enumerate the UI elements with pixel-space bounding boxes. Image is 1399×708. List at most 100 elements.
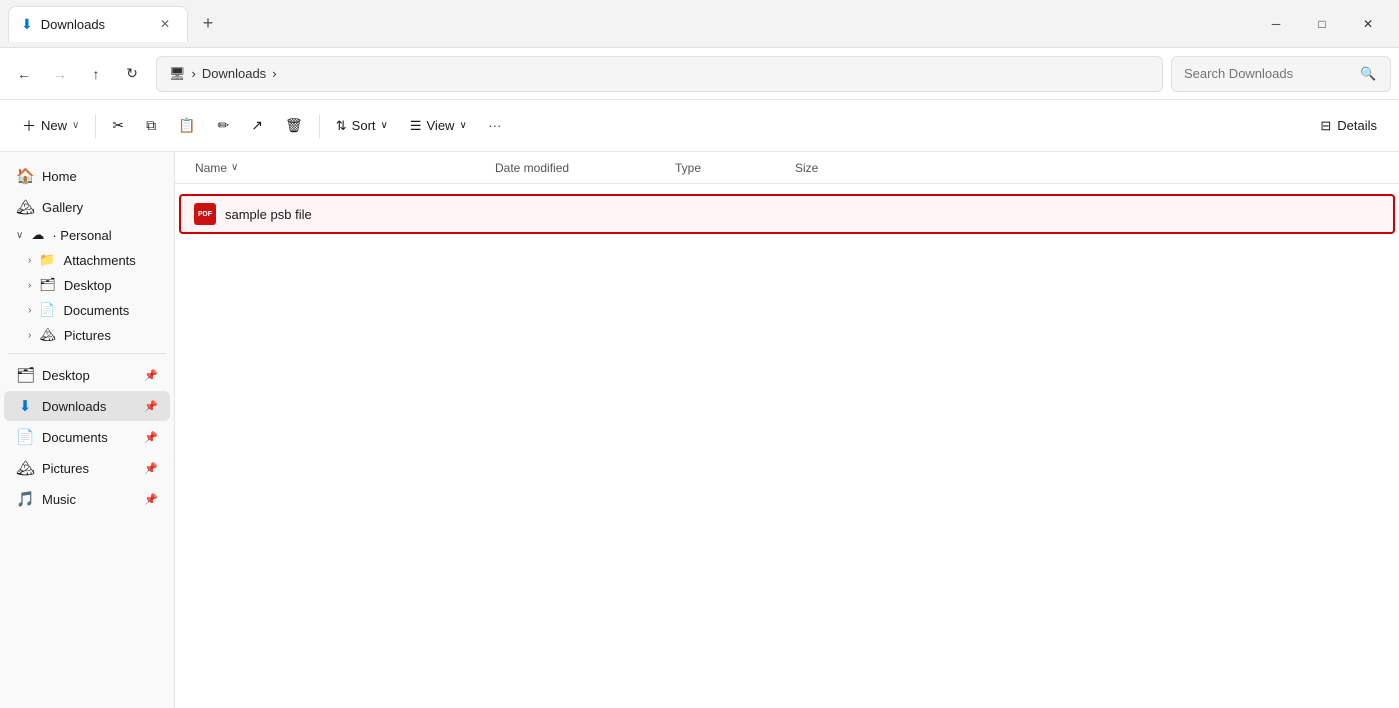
sidebar-item-pictures[interactable]: 🏔 Pictures 📌 <box>4 453 170 483</box>
column-headers: Name ∨ Date modified Type Size <box>175 152 1399 184</box>
breadcrumb-location: Downloads <box>202 66 266 81</box>
sidebar: 🏠 Home 🏔 Gallery ∨ ☁ · Personal › 📁 Atta… <box>0 152 175 708</box>
sidebar-pictures-cloud-label: Pictures <box>64 328 111 343</box>
forward-button[interactable]: → <box>44 58 76 90</box>
column-header-type[interactable]: Type <box>667 155 787 181</box>
documents-icon: 📄 <box>16 428 34 446</box>
type-col-label: Type <box>675 161 701 175</box>
pictures-cloud-chevron-icon: › <box>28 330 31 341</box>
sidebar-documents-label: Documents <box>42 430 136 445</box>
sidebar-gallery-label: Gallery <box>42 200 158 215</box>
new-label: New <box>41 118 67 133</box>
tab-area: ⬇ Downloads ✕ + <box>8 6 1253 42</box>
paste-button[interactable]: 📋 <box>168 111 205 140</box>
cut-button[interactable]: ✂ <box>102 111 134 140</box>
pictures-icon: 🏔 <box>16 459 34 477</box>
sort-label: Sort <box>352 118 376 133</box>
sidebar-separator <box>8 353 166 354</box>
rename-button[interactable]: ✏ <box>208 111 240 140</box>
sidebar-item-desktop-cloud[interactable]: › 🗂 Desktop <box>4 273 170 297</box>
file-name: sample psb file <box>225 207 505 222</box>
delete-button[interactable]: 🗑 <box>275 111 313 140</box>
breadcrumb-sep-2: › <box>272 66 276 81</box>
sidebar-item-documents-cloud[interactable]: › 📄 Documents <box>4 298 170 322</box>
back-button[interactable]: ← <box>8 58 40 90</box>
tab-close-button[interactable]: ✕ <box>155 14 175 34</box>
attachments-chevron-icon: › <box>28 255 31 266</box>
sidebar-item-desktop[interactable]: 🗂 Desktop 📌 <box>4 360 170 390</box>
downloads-tab[interactable]: ⬇ Downloads ✕ <box>8 6 188 42</box>
downloads-icon: ⬇ <box>16 397 34 415</box>
sidebar-desktop-cloud-label: Desktop <box>64 278 112 293</box>
details-button[interactable]: ⊟ Details <box>1310 112 1387 140</box>
window-controls: ─ □ ✕ <box>1253 6 1391 42</box>
search-box[interactable]: 🔍 <box>1171 56 1391 92</box>
tab-icon: ⬇ <box>21 16 33 33</box>
music-pin-icon: 📌 <box>144 493 158 506</box>
sort-arrows-icon: ⇅ <box>336 118 347 134</box>
sidebar-item-music[interactable]: 🎵 Music 📌 <box>4 484 170 514</box>
home-icon: 🏠 <box>16 167 34 185</box>
main-layout: 🏠 Home 🏔 Gallery ∨ ☁ · Personal › 📁 Atta… <box>0 152 1399 708</box>
copy-button[interactable]: ⧉ <box>136 111 166 140</box>
view-label: View <box>427 118 455 133</box>
new-button[interactable]: ＋ New ∨ <box>12 110 89 142</box>
sidebar-item-home[interactable]: 🏠 Home <box>4 161 170 191</box>
pdf-icon: PDF <box>194 203 216 225</box>
column-header-date[interactable]: Date modified <box>487 155 667 181</box>
file-icon: PDF <box>193 202 217 226</box>
content-area: Name ∨ Date modified Type Size PDF sampl… <box>175 152 1399 708</box>
documents-pin-icon: 📌 <box>144 431 158 444</box>
search-icon: 🔍 <box>1360 66 1376 82</box>
rename-icon: ✏ <box>218 117 230 134</box>
maximize-button[interactable]: □ <box>1299 6 1345 42</box>
search-input[interactable] <box>1184 66 1354 81</box>
close-button[interactable]: ✕ <box>1345 6 1391 42</box>
divider-1 <box>95 114 96 138</box>
sort-button[interactable]: ⇅ Sort ∨ <box>326 112 398 140</box>
up-button[interactable]: ↑ <box>80 58 112 90</box>
sidebar-cloud-section[interactable]: ∨ ☁ · Personal <box>4 223 170 247</box>
table-row[interactable]: PDF sample psb file <box>179 194 1395 234</box>
address-bar[interactable]: 🖥 › Downloads › <box>156 56 1163 92</box>
details-pane-icon: ⊟ <box>1320 118 1331 134</box>
name-col-label: Name <box>195 161 227 175</box>
pictures-pin-icon: 📌 <box>144 462 158 475</box>
sidebar-item-pictures-cloud[interactable]: › 🏔 Pictures <box>4 323 170 347</box>
delete-icon: 🗑 <box>285 117 303 134</box>
view-button[interactable]: ☰ View ∨ <box>400 112 477 140</box>
cloud-chevron-icon: ∨ <box>16 230 23 241</box>
new-plus-icon: ＋ <box>22 116 36 136</box>
date-col-label: Date modified <box>495 161 569 175</box>
divider-2 <box>319 114 320 138</box>
cloud-icon: ☁ <box>31 227 44 243</box>
new-tab-button[interactable]: + <box>192 8 224 40</box>
sidebar-downloads-label: Downloads <box>42 399 136 414</box>
sidebar-attachments-label: Attachments <box>64 253 136 268</box>
new-arrow-icon: ∨ <box>72 120 79 131</box>
desktop-cloud-chevron-icon: › <box>28 280 31 291</box>
paste-icon: 📋 <box>178 117 195 134</box>
downloads-pin-icon: 📌 <box>144 400 158 413</box>
minimize-button[interactable]: ─ <box>1253 6 1299 42</box>
sidebar-item-gallery[interactable]: 🏔 Gallery <box>4 192 170 222</box>
cloud-section-label: · Personal <box>52 228 111 243</box>
sidebar-item-attachments[interactable]: › 📁 Attachments <box>4 248 170 272</box>
view-dropdown-icon: ∨ <box>459 120 466 131</box>
desktop-icon: 🗂 <box>16 366 34 384</box>
sidebar-home-label: Home <box>42 169 158 184</box>
refresh-button[interactable]: ↻ <box>116 58 148 90</box>
pc-icon: 🖥 <box>169 66 186 82</box>
documents-cloud-icon: 📄 <box>39 302 55 318</box>
sidebar-item-documents[interactable]: 📄 Documents 📌 <box>4 422 170 452</box>
share-button[interactable]: ↗ <box>241 111 273 140</box>
share-icon: ↗ <box>251 117 263 134</box>
column-header-name[interactable]: Name ∨ <box>187 155 487 181</box>
more-options-button[interactable]: ··· <box>479 110 511 142</box>
gallery-icon: 🏔 <box>16 198 34 216</box>
titlebar: ⬇ Downloads ✕ + ─ □ ✕ <box>0 0 1399 48</box>
column-header-size[interactable]: Size <box>787 155 887 181</box>
sidebar-item-downloads[interactable]: ⬇ Downloads 📌 <box>4 391 170 421</box>
more-icon: ··· <box>488 118 501 133</box>
sidebar-music-label: Music <box>42 492 136 507</box>
